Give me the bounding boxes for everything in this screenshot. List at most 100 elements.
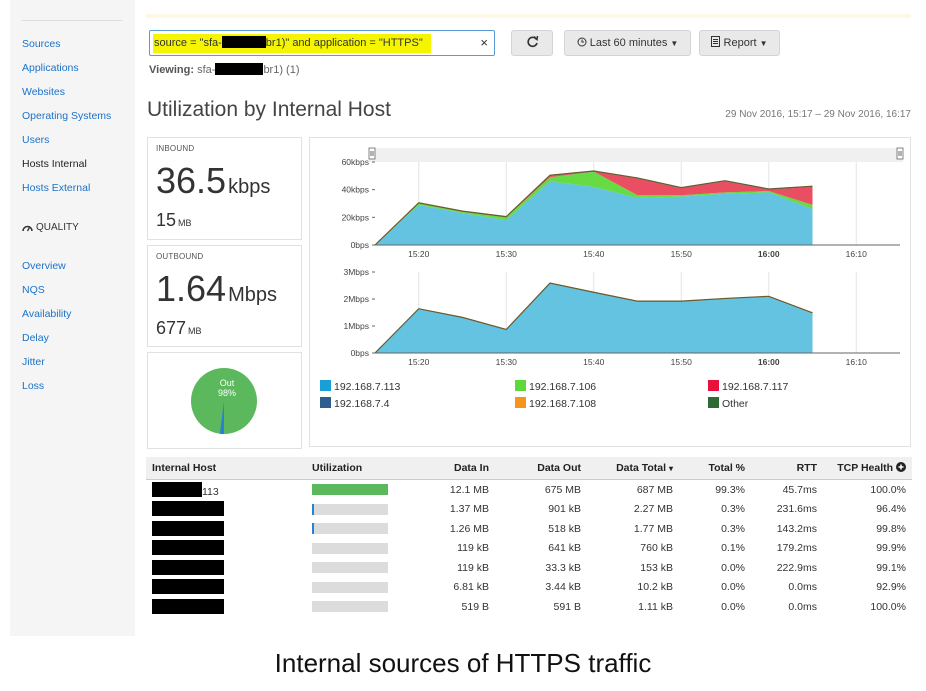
legend-swatch [515,397,526,408]
data-out-cell: 901 kB [548,503,581,516]
col-total-pct[interactable]: Total % [679,457,751,480]
sidebar-item-hosts-internal[interactable]: Hosts Internal [22,158,87,170]
y-tick-label: 40kbps [342,185,369,195]
redaction-box [221,36,266,48]
table-row[interactable]: 519 B 591 B 1.11 kB 0.0% 0.0ms 100.0% [146,597,912,617]
col-data-in[interactable]: Data In [428,457,495,480]
sidebar-item-delay[interactable]: Delay [22,332,49,344]
host-cell[interactable] [146,539,306,559]
col-rtt[interactable]: RTT [751,457,823,480]
sidebar-item-operating-systems[interactable]: Operating Systems [22,110,111,122]
table-row[interactable]: 1.26 MB 518 kB 1.77 MB 0.3% 143.2ms 99.8% [146,519,912,539]
col-data-out[interactable]: Data Out [495,457,587,480]
legend-label: Other [722,398,749,410]
redaction-box [152,540,224,556]
range-handle-left-icon[interactable] [368,147,376,160]
rtt-cell: 0.0ms [788,581,817,594]
sidebar-item-hosts-external[interactable]: Hosts External [22,182,90,194]
data-total-cell: 10.2 kB [637,581,673,594]
legend-swatch [320,397,331,408]
x-tick-label: 16:10 [846,249,868,259]
utilization-cell [306,539,428,559]
col-data-total[interactable]: Data Total ▾ [587,457,679,480]
x-tick-label: 16:10 [846,357,868,367]
y-tick-label: 60kbps [342,157,369,167]
search-query[interactable]: source = "sfa-br1)" and application = "H… [154,36,423,49]
y-tick-label: 20kbps [342,212,369,222]
y-tick-label: 3Mbps [343,267,369,277]
host-cell[interactable] [146,597,306,617]
col-utilization[interactable]: Utilization [306,457,428,480]
refresh-button[interactable] [511,30,553,56]
table-row[interactable]: 6.81 kB 3.44 kB 10.2 kB 0.0% 0.0ms 92.9% [146,578,912,598]
x-tick-label: 15:20 [408,357,430,367]
host-cell[interactable] [146,519,306,539]
add-column-icon[interactable] [896,462,906,472]
sidebar-item-sources[interactable]: Sources [22,38,61,50]
legend-label: 192.168.7.4 [334,398,390,410]
sidebar-item-users[interactable]: Users [22,134,49,146]
utilization-bar [312,484,388,496]
legend-item[interactable]: 192.168.7.108 [515,397,596,410]
inbound-total: 15 MB [156,210,192,230]
data-total-cell: 1.11 kB [638,600,673,613]
sidebar-item-loss[interactable]: Loss [22,380,44,392]
tcp-health-cell: 96.4% [876,503,906,516]
utilization-cell [306,519,428,539]
sidebar-item-availability[interactable]: Availability [22,308,71,320]
sidebar-item-websites[interactable]: Websites [22,86,65,98]
utilization-cell [306,597,428,617]
host-cell[interactable] [146,558,306,578]
legend-item[interactable]: Other [708,397,748,410]
sidebar: Sources Applications Websites Operating … [10,0,135,636]
table-row[interactable]: 119 kB 641 kB 760 kB 0.1% 179.2ms 99.9% [146,539,912,559]
data-out-cell: 675 MB [544,483,581,496]
total-pct-cell: 0.3% [721,522,745,535]
table-row[interactable]: 1.37 MB 901 kB 2.27 MB 0.3% 231.6ms 96.4% [146,500,912,520]
sidebar-item-overview[interactable]: Overview [22,260,66,272]
range-navigator[interactable] [369,148,903,162]
gauge-icon [22,225,33,232]
outbound-label: OUTBOUND [156,252,204,261]
sidebar-item-jitter[interactable]: Jitter [22,356,45,368]
col-internal-host[interactable]: Internal Host [146,457,306,480]
viewing-filter: Viewing: sfa-br1) (1) [149,63,300,76]
utilization-cell [306,578,428,598]
report-dropdown[interactable]: Report ▼ [699,30,780,56]
host-cell[interactable] [146,500,306,520]
redaction-box [215,63,264,75]
table-header-row: Internal Host Utilization Data In Data O… [146,457,912,480]
data-out-cell: 33.3 kB [545,561,581,574]
data-in-cell: 119 kB [457,542,489,555]
range-handle-right-icon[interactable] [896,147,904,160]
table-row[interactable]: 113 12.1 MB 675 MB 687 MB 99.3% 45.7ms 100.0% [146,480,912,500]
tcp-health-cell: 92.9% [876,581,906,594]
caret-down-icon: ▼ [759,39,768,48]
search-input[interactable]: source = "sfa-br1)" and application = "H… [149,30,495,56]
total-pct-cell: 0.3% [721,503,745,516]
x-tick-label: 15:40 [583,357,605,367]
report-icon [711,36,721,47]
timerange-dropdown[interactable]: Last 60 minutes ▼ [564,30,691,56]
utilization-cell [306,558,428,578]
table-row[interactable]: 119 kB 33.3 kB 153 kB 0.0% 222.9ms 99.1% [146,558,912,578]
legend-item[interactable]: 192.168.7.113 [320,380,400,393]
data-out-cell: 641 kB [548,542,581,555]
quality-section-label: QUALITY [36,222,79,233]
clear-search-button[interactable]: × [480,35,488,50]
host-cell[interactable] [146,578,306,598]
refresh-icon [526,35,538,48]
host-cell[interactable]: 113 [146,480,306,500]
redaction-box [152,559,224,575]
legend-item[interactable]: 192.168.7.4 [320,397,389,410]
x-tick-label: 15:30 [496,249,518,259]
legend-item[interactable]: 192.168.7.117 [708,380,788,393]
col-tcp-health[interactable]: TCP Health [823,457,912,480]
legend-item[interactable]: 192.168.7.106 [515,380,596,393]
utilization-bar [312,601,388,613]
utilization-cell [306,500,428,520]
x-tick-label: 16:00 [758,357,780,367]
sidebar-item-nqs[interactable]: NQS [22,284,45,296]
sidebar-item-applications[interactable]: Applications [22,62,79,74]
x-tick-label: 16:00 [758,249,780,259]
